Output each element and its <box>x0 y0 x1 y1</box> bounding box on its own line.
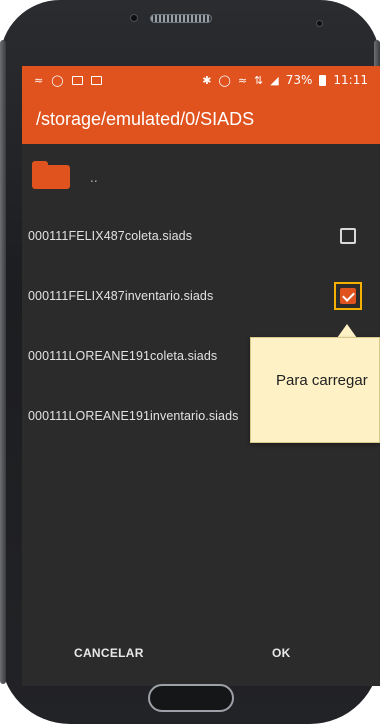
front-camera-icon <box>130 14 138 22</box>
alarm-icon: ◯ <box>218 73 231 87</box>
battery-icon <box>319 74 327 86</box>
parent-folder-row[interactable]: .. <box>22 144 380 206</box>
ok-button[interactable]: OK <box>272 646 291 660</box>
clock: 11:11 <box>333 73 368 87</box>
cancel-button[interactable]: CANCELAR <box>74 646 144 660</box>
data-icon: ⇅ <box>254 73 264 87</box>
home-button[interactable] <box>148 684 234 712</box>
wifi-icon: ≈ <box>34 73 44 87</box>
signal-icon: ◢ <box>270 73 279 87</box>
tooltip-arrow <box>337 324 357 338</box>
tooltip-text: Para carregar <box>276 372 368 389</box>
current-path: /storage/emulated/0/SIADS <box>36 108 255 129</box>
phone-edge-left <box>0 40 6 684</box>
file-checkbox[interactable] <box>340 228 356 244</box>
tooltip: Para carregar <box>250 337 380 443</box>
gallery-icon <box>71 75 83 85</box>
mail-icon <box>90 75 102 85</box>
app-bar: /storage/emulated/0/SIADS <box>22 94 380 144</box>
wifi-signal-icon: ≈ <box>237 73 248 87</box>
file-row[interactable]: 000111FELIX487inventario.siads <box>22 266 380 326</box>
whatsapp-icon: ◯ <box>51 73 64 87</box>
phone-frame: ≈ ◯ ✱ ◯ ≈ ⇅ ◢ 73% 11:11 /storage/emulate… <box>0 0 380 724</box>
earpiece-speaker <box>150 14 212 23</box>
file-name: 000111LOREANE191inventario.siads <box>28 409 239 423</box>
folder-icon <box>32 161 70 189</box>
proximity-sensor <box>316 20 323 27</box>
file-row[interactable]: 000111FELIX487coleta.siads <box>22 206 380 266</box>
file-name: 000111LOREANE191coleta.siads <box>28 349 218 363</box>
dialog-actions: CANCELAR OK <box>22 634 380 674</box>
file-name: 000111FELIX487inventario.siads <box>28 289 214 303</box>
battery-percent: 73% <box>285 73 313 87</box>
file-checkbox-checked[interactable] <box>340 288 356 304</box>
parent-folder-label: .. <box>90 171 98 185</box>
bluetooth-icon: ✱ <box>202 73 212 87</box>
status-bar: ≈ ◯ ✱ ◯ ≈ ⇅ ◢ 73% 11:11 <box>22 66 380 94</box>
file-name: 000111FELIX487coleta.siads <box>28 229 193 243</box>
